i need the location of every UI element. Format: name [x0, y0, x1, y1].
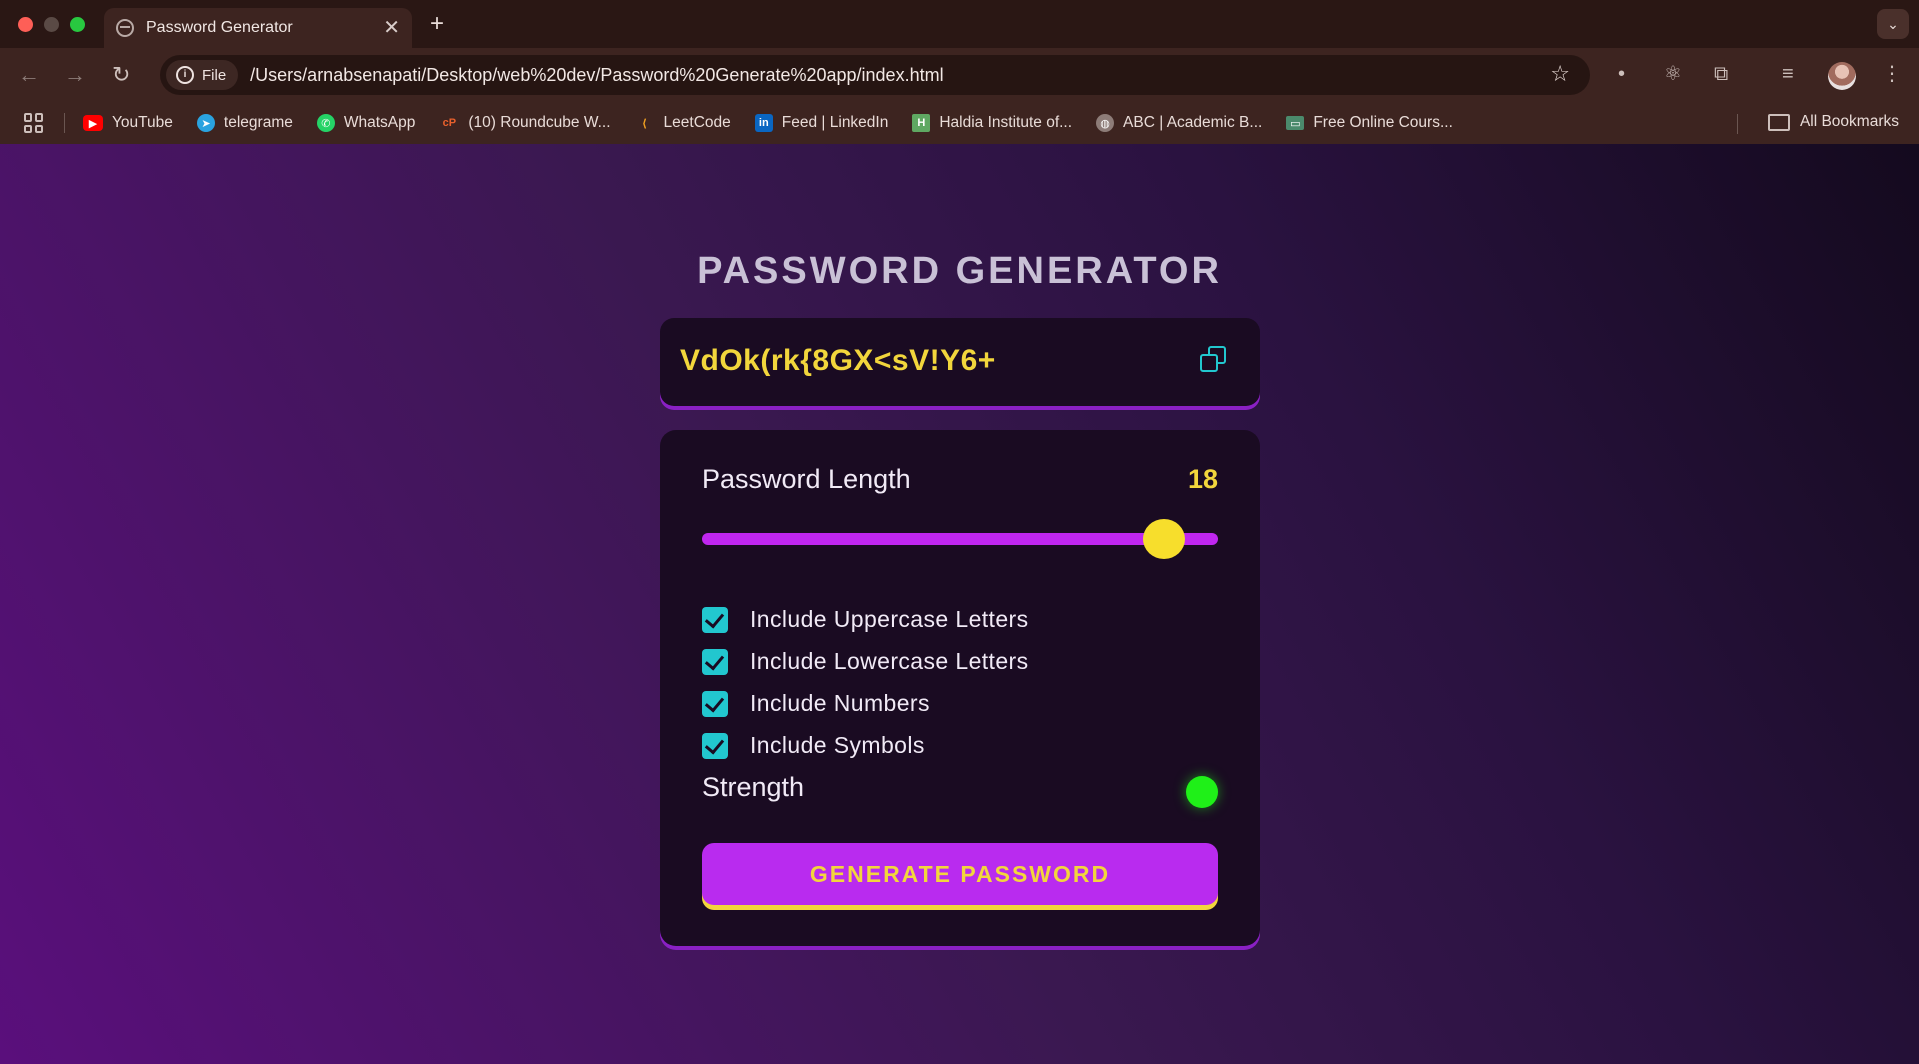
- tab-bar: Password Generator ✕ + ⌄: [0, 0, 1919, 48]
- more-menu-icon[interactable]: ⋮: [1882, 62, 1902, 86]
- extensions-puzzle-icon[interactable]: ⧉: [1714, 62, 1728, 86]
- option-label: Include Symbols: [750, 732, 925, 758]
- option-lowercase[interactable]: Include Lowercase Letters: [702, 648, 1029, 675]
- youtube-icon: ▶: [83, 115, 103, 131]
- globe-icon: [116, 19, 134, 37]
- option-numbers[interactable]: Include Numbers: [702, 690, 930, 717]
- media-controls-icon[interactable]: ≡: [1782, 62, 1794, 86]
- option-label: Include Uppercase Letters: [750, 606, 1029, 632]
- new-tab-button[interactable]: +: [430, 10, 444, 38]
- tab-password-generator[interactable]: Password Generator ✕: [104, 8, 412, 48]
- close-window-button[interactable]: [18, 17, 33, 32]
- bookmarks-divider: [1737, 114, 1738, 134]
- length-slider[interactable]: [702, 519, 1218, 559]
- bookmark-haldia[interactable]: H Haldia Institute of...: [912, 114, 1072, 132]
- info-icon: i: [176, 66, 194, 84]
- bookmark-label: telegrame: [223, 114, 293, 131]
- page-background: PASSWORD GENERATOR VdOk(rk{8GX<sV!Y6+ Pa…: [0, 144, 1919, 1064]
- site-info-label: File: [202, 66, 227, 84]
- bookmark-leetcode[interactable]: ⟨ LeetCode: [635, 114, 731, 132]
- numbers-checkbox[interactable]: [702, 690, 728, 717]
- site-info-chip[interactable]: i File: [166, 60, 239, 90]
- browser-toolbar: ← → ↻ i File /Users/arnabsenapati/Deskto…: [0, 48, 1919, 102]
- bookmark-linkedin[interactable]: in Feed | LinkedIn: [754, 114, 889, 132]
- tab-close-icon[interactable]: ✕: [383, 18, 400, 38]
- lowercase-checkbox[interactable]: [702, 648, 728, 675]
- bookmark-free-course[interactable]: ▭ Free Online Cours...: [1286, 114, 1453, 132]
- strength-label: Strength: [702, 772, 805, 802]
- minimize-window-button[interactable]: [44, 17, 59, 32]
- slider-thumb[interactable]: [1142, 519, 1185, 559]
- globe-icon: ◍: [1096, 114, 1115, 132]
- bookmark-telegram[interactable]: ➤ telegrame: [196, 114, 293, 132]
- password-length-value: 18: [1187, 464, 1218, 494]
- password-text[interactable]: VdOk(rk{8GX<sV!Y6+: [680, 344, 996, 378]
- bookmark-label: (10) Roundcube W...: [468, 114, 611, 131]
- generate-password-button[interactable]: GENERATE PASSWORD: [702, 843, 1218, 905]
- roundcube-icon: cP: [442, 117, 457, 129]
- page-title: PASSWORD GENERATOR: [697, 250, 1222, 292]
- all-bookmarks-button[interactable]: All Bookmarks: [1767, 113, 1899, 131]
- course-icon: ▭: [1286, 116, 1305, 130]
- bookmark-whatsapp[interactable]: ✆ WhatsApp: [316, 114, 416, 132]
- maximize-window-button[interactable]: [70, 17, 85, 32]
- profile-avatar[interactable]: [1828, 62, 1856, 90]
- option-symbols[interactable]: Include Symbols: [702, 732, 925, 759]
- extension-icon[interactable]: •: [1618, 62, 1625, 86]
- settings-panel: Password Length 18 Include Uppercase Let…: [660, 430, 1260, 946]
- password-length-label: Password Length: [702, 464, 911, 494]
- reload-button[interactable]: ↻: [112, 61, 130, 89]
- haldia-icon: H: [912, 114, 931, 132]
- folder-icon: [1767, 113, 1790, 131]
- linkedin-icon: in: [754, 114, 773, 132]
- leetcode-icon: ⟨: [642, 117, 648, 130]
- apps-grid-icon[interactable]: [24, 113, 44, 133]
- bookmark-label: LeetCode: [663, 114, 731, 131]
- strength-indicator: [1186, 776, 1218, 808]
- bookmark-star-icon[interactable]: ☆: [1550, 61, 1570, 87]
- bookmark-label: ABC | Academic B...: [1123, 114, 1263, 131]
- bookmark-label: Haldia Institute of...: [939, 114, 1073, 131]
- bookmark-youtube[interactable]: ▶ YouTube: [83, 114, 173, 132]
- bookmark-label: YouTube: [112, 114, 173, 131]
- tab-search-button[interactable]: ⌄: [1877, 9, 1909, 39]
- uppercase-checkbox[interactable]: [702, 606, 728, 633]
- bookmarks-bar: ▶ YouTube ➤ telegrame ✆ WhatsApp cP (10)…: [0, 102, 1919, 145]
- bookmark-label: Feed | LinkedIn: [781, 114, 889, 131]
- url-text[interactable]: /Users/arnabsenapati/Desktop/web%20dev/P…: [250, 65, 943, 86]
- bookmark-abc[interactable]: ◍ ABC | Academic B...: [1096, 114, 1262, 132]
- bookmark-label: Free Online Cours...: [1313, 114, 1453, 131]
- option-label: Include Lowercase Letters: [750, 648, 1029, 674]
- option-uppercase[interactable]: Include Uppercase Letters: [702, 606, 1029, 633]
- bookmark-label: WhatsApp: [343, 114, 416, 131]
- tab-title: Password Generator: [146, 19, 293, 36]
- symbols-checkbox[interactable]: [702, 732, 728, 759]
- forward-button[interactable]: →: [64, 61, 86, 89]
- telegram-icon: ➤: [196, 114, 215, 132]
- option-label: Include Numbers: [750, 690, 930, 716]
- password-display: VdOk(rk{8GX<sV!Y6+: [660, 318, 1260, 406]
- react-devtools-icon[interactable]: ⚛: [1664, 62, 1682, 86]
- all-bookmarks-label: All Bookmarks: [1799, 113, 1899, 130]
- copy-icon[interactable]: [1200, 346, 1228, 374]
- whatsapp-icon: ✆: [316, 114, 335, 132]
- address-bar[interactable]: i File /Users/arnabsenapati/Desktop/web%…: [160, 55, 1590, 95]
- bookmarks-divider: [64, 113, 65, 133]
- bookmark-roundcube[interactable]: cP (10) Roundcube W...: [439, 114, 611, 132]
- back-button[interactable]: ←: [18, 61, 40, 89]
